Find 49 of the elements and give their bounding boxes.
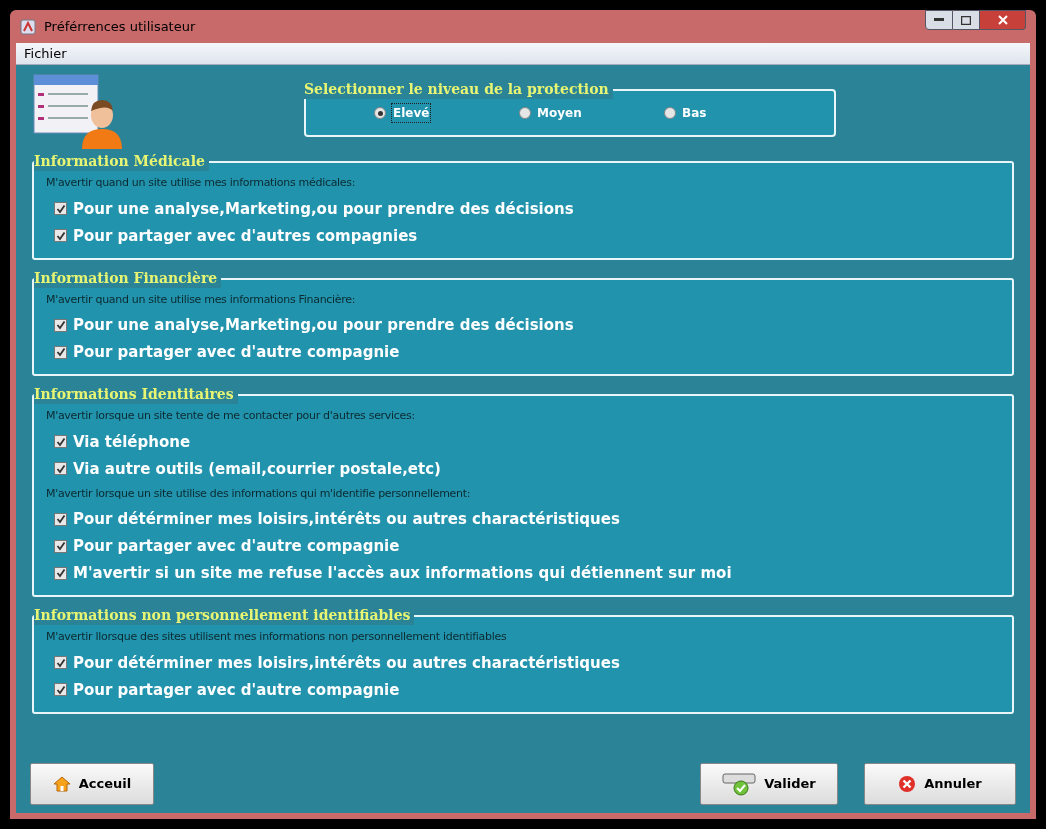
maximize-icon [961, 15, 971, 25]
maximize-button[interactable] [953, 10, 980, 30]
validate-button[interactable]: Valider [700, 763, 838, 805]
radio-option[interactable]: Moyen [519, 104, 664, 122]
checkbox-option[interactable]: Pour partager avec d'autre compagnie [46, 536, 1000, 556]
section-title: Information Médicale [34, 151, 209, 171]
checkbox[interactable] [54, 318, 67, 332]
checkbox[interactable] [54, 435, 67, 448]
house-icon [52, 775, 71, 793]
checkbox[interactable] [54, 229, 67, 242]
checkbox[interactable] [54, 462, 67, 475]
checkbox-option[interactable]: Via téléphone [46, 431, 1000, 452]
checkbox-option[interactable]: Pour détérminer mes loisirs,intérêts ou autres charactéristiques [46, 509, 1000, 529]
app-icon [20, 18, 36, 35]
checkbox-option[interactable]: Via autre outils (email,courrier postale,etc) [46, 458, 1000, 479]
radio-button[interactable] [519, 107, 531, 119]
keyboard-check-icon [722, 772, 757, 796]
radio-button[interactable] [374, 107, 386, 119]
checkbox[interactable] [54, 566, 67, 580]
window-title: Préférrences utilisateur [44, 17, 196, 36]
hint-text: M'avertir lorsque un site tente de me contacter pour d'autres services: [46, 408, 416, 424]
hint-text: M'avertir llorsque des sites utilisent mes informations non personnellement identifiables [46, 629, 508, 645]
radio-option[interactable]: Elevé [374, 104, 519, 122]
home-button[interactable]: Acceuil [30, 763, 154, 805]
close-icon [898, 775, 917, 793]
checkbox-option[interactable]: Pour partager avec d'autre compagnie [46, 342, 1000, 362]
hint-text: M'avertir quand un site utilise mes informations Financière: [46, 291, 357, 308]
hint-text: M'avertir lorsque un site utilise des informations qui m'identifie personnellement: [46, 485, 472, 502]
menu-item[interactable]: Fichier [20, 43, 71, 64]
checkbox-option[interactable]: Pour partager avec d'autres compagnies [46, 225, 1000, 246]
checkbox[interactable] [54, 345, 67, 359]
checkbox-option[interactable]: Pour partager avec d'autre compagnie [46, 679, 1000, 700]
minimize-button[interactable] [925, 10, 953, 30]
checkbox[interactable] [54, 683, 67, 696]
minimize-icon [934, 18, 944, 22]
checkbox[interactable] [54, 512, 67, 526]
radio-button[interactable] [664, 107, 676, 119]
radio-option[interactable]: Bas [664, 104, 809, 122]
checkbox-option[interactable]: Pour une analyse,Marketing,ou pour prendre des décisions [46, 315, 1000, 335]
close-button[interactable] [980, 10, 1026, 30]
close-icon [997, 15, 1008, 25]
hint-text: M'avertir quand un site utilise mes informations médicales: [46, 175, 357, 191]
checkbox[interactable] [54, 539, 67, 553]
checkbox-option[interactable]: Pour une analyse,Marketing,ou pour prendre des décisions [46, 198, 1000, 219]
checkbox[interactable] [54, 656, 67, 669]
checkbox-option[interactable]: M'avertir si un site me refuse l'accès aux informations qui détiennent sur moi [46, 563, 1000, 583]
checkbox[interactable] [54, 202, 67, 215]
checkbox-option[interactable]: Pour détérminer mes loisirs,intérêts ou autres charactéristiques [46, 652, 1000, 673]
cancel-button[interactable]: Annuler [864, 763, 1016, 805]
